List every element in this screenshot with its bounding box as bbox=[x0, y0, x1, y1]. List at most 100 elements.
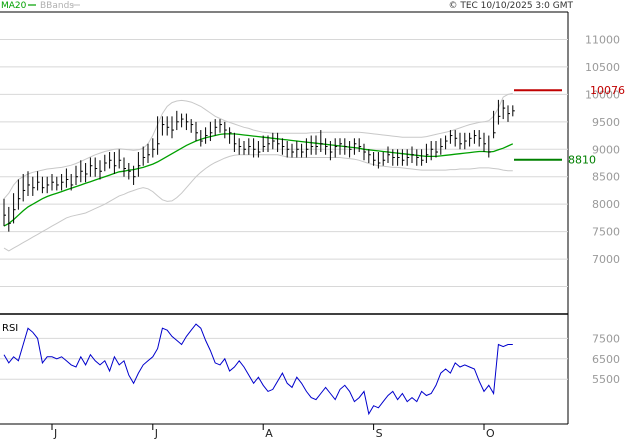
ohlc-bar bbox=[161, 116, 165, 136]
ohlc-bar bbox=[425, 143, 429, 163]
price-tick-label: 9500 bbox=[592, 116, 620, 129]
ohlc-bar bbox=[334, 138, 338, 158]
ohlc-bar bbox=[310, 135, 314, 155]
ohlc-bar bbox=[469, 132, 472, 147]
bbands-legend-label: BBands bbox=[40, 1, 74, 11]
ohlc-bar bbox=[507, 105, 510, 122]
ohlc-bar bbox=[147, 143, 150, 163]
ohlc-bar bbox=[37, 171, 40, 191]
ohlc-bar bbox=[118, 149, 122, 169]
ohlc-bar bbox=[397, 149, 400, 166]
price-tick-label: 11000 bbox=[585, 33, 620, 46]
ohlc-bar bbox=[27, 171, 30, 196]
ohlc-bar bbox=[65, 168, 69, 188]
ohlc-bar bbox=[190, 119, 194, 133]
price-tick-label: 9000 bbox=[592, 143, 620, 156]
ohlc-bar bbox=[41, 176, 45, 194]
support-label: 8810 bbox=[568, 154, 596, 167]
ohlc-bar bbox=[281, 138, 285, 155]
ohlc-bar bbox=[205, 127, 208, 144]
ohlc-bar bbox=[296, 141, 299, 158]
ohlc-bar bbox=[209, 121, 213, 142]
ohlc-bar bbox=[46, 176, 50, 194]
ohlc-bar bbox=[478, 130, 482, 147]
ohlc-bar bbox=[286, 141, 290, 158]
ohlc-bar bbox=[137, 152, 141, 177]
month-label: S bbox=[376, 427, 383, 440]
ohlc-bar bbox=[502, 99, 506, 120]
ohlc-bar bbox=[358, 138, 362, 153]
price-tick-label: 10500 bbox=[585, 61, 620, 74]
ohlc-bar bbox=[373, 152, 376, 166]
ohlc-bar bbox=[349, 141, 352, 158]
ohlc-bar bbox=[185, 113, 189, 131]
copyright-timestamp: © TEC 10/10/2025 3:0 GMT bbox=[448, 1, 573, 11]
ohlc-bar bbox=[382, 152, 386, 166]
month-label: J bbox=[154, 427, 158, 440]
rsi-tick-label: 5500 bbox=[592, 373, 620, 386]
ohlc-bar bbox=[440, 138, 443, 155]
ohlc-bar bbox=[421, 149, 424, 166]
ohlc-bar bbox=[315, 135, 318, 155]
month-label: O bbox=[486, 427, 495, 440]
ohlc-bar bbox=[449, 130, 453, 144]
ohlc-bar bbox=[80, 160, 83, 183]
price-tick-label: 7500 bbox=[592, 226, 620, 239]
ohlc-bar bbox=[171, 116, 174, 139]
ohlc-bar bbox=[464, 132, 467, 150]
ohlc-bar bbox=[176, 110, 179, 131]
ohlc-bar bbox=[488, 135, 491, 158]
ohlc-bar bbox=[473, 130, 477, 144]
ohlc-bar bbox=[392, 149, 395, 166]
ohlc-bar bbox=[353, 138, 357, 155]
ohlc-bar bbox=[123, 157, 126, 177]
ohlc-bar bbox=[325, 138, 328, 155]
ohlc-bar bbox=[401, 149, 405, 166]
ohlc-bar bbox=[344, 138, 347, 155]
rsi-line bbox=[3, 323, 513, 416]
price-tick-label: 7000 bbox=[592, 253, 620, 266]
ohlc-bar bbox=[454, 130, 458, 147]
ohlc-bar bbox=[113, 152, 117, 174]
ohlc-bar bbox=[94, 157, 98, 177]
ohlc-bar bbox=[512, 105, 515, 117]
rsi-line-group bbox=[3, 323, 513, 416]
ohlc-bar bbox=[109, 152, 112, 169]
ohlc-bar bbox=[104, 154, 107, 172]
month-axis: JJASO bbox=[51, 424, 495, 440]
price-tick-label: 8000 bbox=[592, 198, 620, 211]
ohlc-bar bbox=[243, 141, 246, 155]
ohlc-bar bbox=[305, 138, 309, 158]
ohlc-bar bbox=[320, 130, 323, 153]
ohlc-bar bbox=[75, 165, 78, 185]
ohlc-bar bbox=[406, 149, 410, 166]
ohlc-bar bbox=[272, 132, 275, 150]
ohlc-bar bbox=[445, 135, 448, 150]
ohlc-bar bbox=[32, 176, 35, 196]
ohlc-bar bbox=[301, 143, 304, 158]
ohlc-bars bbox=[3, 99, 515, 232]
ohlc-bar bbox=[166, 116, 170, 136]
ohlc-bar bbox=[416, 149, 419, 166]
ohlc-bar bbox=[3, 198, 6, 227]
ohlc-bar bbox=[368, 149, 371, 163]
ohlc-bar bbox=[430, 141, 434, 161]
ohlc-bar bbox=[17, 179, 21, 210]
rsi-tick-label: 6500 bbox=[592, 353, 620, 366]
ohlc-bar bbox=[152, 138, 155, 158]
ohlc-bar bbox=[238, 138, 242, 155]
rsi-panel-label: RSI bbox=[2, 323, 18, 334]
ohlc-bar bbox=[248, 138, 251, 155]
ohlc-bar bbox=[219, 119, 222, 133]
month-label: J bbox=[53, 427, 57, 440]
ohlc-bar bbox=[229, 127, 232, 144]
ohlc-bar bbox=[363, 143, 366, 161]
price-tick-label: 8500 bbox=[592, 171, 620, 184]
rsi-tick-label: 7500 bbox=[592, 332, 620, 345]
rsi-grid: 5500 6500 7500 bbox=[0, 332, 620, 386]
ohlc-bar bbox=[459, 132, 462, 150]
ohlc-bar bbox=[181, 113, 184, 128]
stock-chart: MA20 BBands © TEC 10/10/2025 3:0 GMT 700… bbox=[0, 1, 625, 440]
ohlc-bar bbox=[195, 121, 198, 142]
ohlc-bar bbox=[56, 176, 59, 191]
